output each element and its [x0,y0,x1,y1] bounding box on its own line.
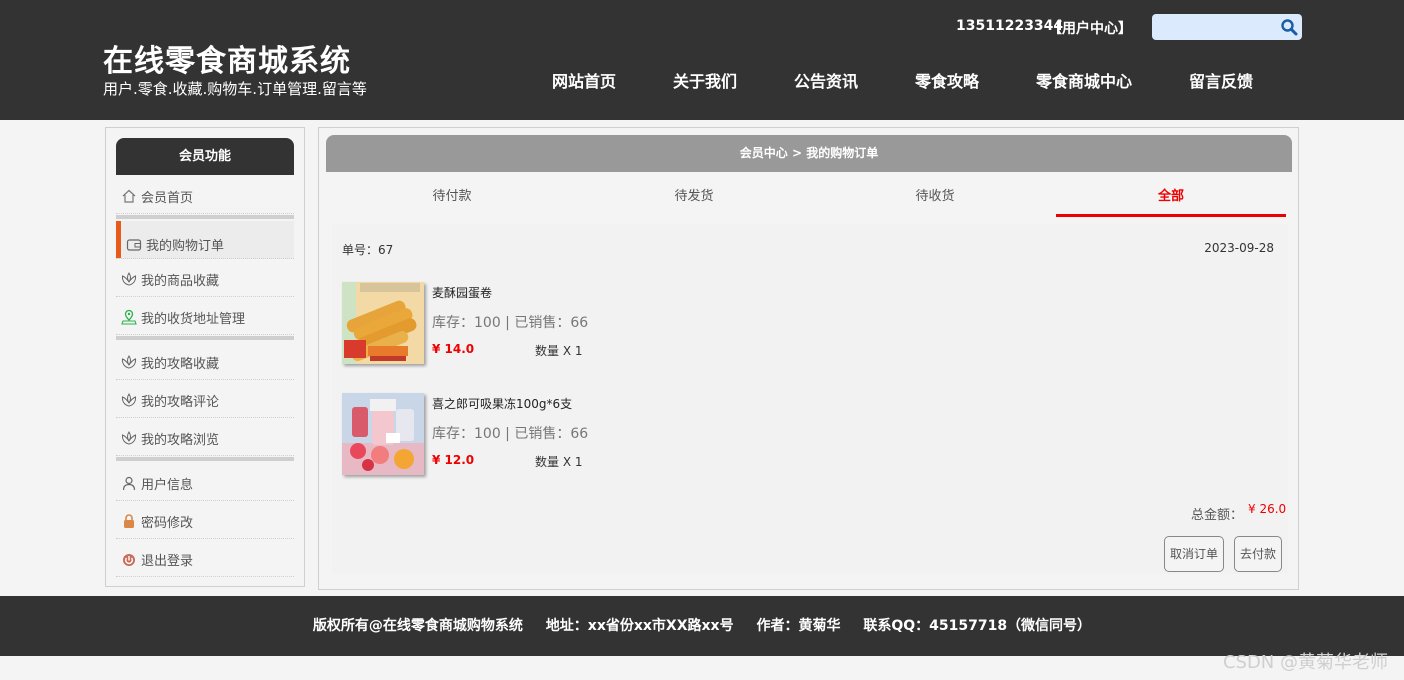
sidebar-item-product-favorites[interactable]: 我的商品收藏 [116,259,294,297]
product-image-jelly[interactable] [342,393,424,475]
lotus-icon [121,431,137,445]
sidebar-item-logout[interactable]: 退出登录 [116,539,294,577]
power-icon [123,554,135,566]
footer-address: 地址：xx省份xx市XX路xx号 [545,618,734,634]
watermark: CSDN @黄菊华老师 [1222,652,1388,673]
breadcrumb: 会员中心 > 我的购物订单 [326,135,1292,172]
active-indicator [116,221,121,258]
product-quantity: 数量 X 1 [535,344,583,358]
site-header: 在线零食商城系统 用户.零食.收藏.购物车.订单管理.留言等 135112233… [0,0,1404,120]
sidebar-item-label: 密码修改 [141,516,194,531]
sidebar-item-label: 退出登录 [141,554,194,569]
product-stock: 库存：100 | 已销售：66 [432,315,589,331]
sidebar-title: 会员功能 [116,138,294,175]
nav-home[interactable]: 网站首页 [552,68,616,92]
product-price: ¥ 14.0 [432,342,475,356]
tab-pending-shipment[interactable]: 待发货 [579,185,809,217]
sidebar-item-guide-comments[interactable]: 我的攻略评论 [116,380,294,418]
sidebar-item-label: 用户信息 [141,478,194,493]
sidebar-item-change-password[interactable]: 密码修改 [116,501,294,539]
order-panel: 会员中心 > 我的购物订单 待付款 待发货 待收货 全部 单号：67 2023-… [318,127,1299,590]
search-icon[interactable] [1280,18,1298,36]
sidebar-item-label: 我的商品收藏 [141,274,220,289]
total-amount-value: ¥ 26.0 [1248,502,1287,516]
location-icon [121,309,137,325]
user-center-link[interactable]: 【用户中心】 [1048,18,1132,38]
sidebar-item-member-home[interactable]: 会员首页 [116,176,294,214]
search-input[interactable] [1158,17,1276,37]
order-number: 单号：67 [342,243,394,257]
cancel-order-button[interactable]: 取消订单 [1164,536,1224,572]
sidebar-item-label: 我的攻略浏览 [141,433,220,448]
order-item: 喜之郎可吸果冻100g*6支 库存：100 | 已销售：66 ¥ 12.0 数量… [342,393,942,479]
footer-copyright: 版权所有@在线零食商城购物系统 [312,618,523,634]
tab-pending-payment[interactable]: 待付款 [337,185,567,217]
nav-shop-center[interactable]: 零食商城中心 [1036,68,1132,92]
sidebar-item-label: 我的购物订单 [146,239,225,254]
total-amount-label: 总金额： [1191,508,1244,523]
sidebar-item-label: 我的攻略收藏 [141,357,220,372]
lotus-icon [121,272,137,286]
site-subtitle: 用户.零食.收藏.购物车.订单管理.留言等 [103,80,367,98]
lotus-icon [121,393,137,407]
lotus-icon [121,355,137,369]
footer-contact: 联系QQ：45157718（微信同号） [863,618,1092,634]
sidebar-item-guide-favorites[interactable]: 我的攻略收藏 [116,342,294,380]
order-item: 麦酥园蛋卷 库存：100 | 已销售：66 ¥ 14.0 数量 X 1 [342,282,942,368]
sidebar-item-user-info[interactable]: 用户信息 [116,463,294,501]
nav-news[interactable]: 公告资讯 [794,68,858,92]
search-box [1152,14,1302,40]
home-icon [122,189,136,203]
sidebar-separator [116,457,294,461]
site-footer: 版权所有@在线零食商城购物系统 地址：xx省份xx市XX路xx号 作者：黄菊华 … [0,596,1404,656]
wallet-icon [126,239,142,251]
tab-all[interactable]: 全部 [1056,185,1286,217]
product-stock: 库存：100 | 已销售：66 [432,426,589,442]
pay-button[interactable]: 去付款 [1234,536,1282,572]
order-date: 2023-09-28 [1204,241,1274,255]
nav-feedback[interactable]: 留言反馈 [1189,68,1253,92]
lock-icon [124,514,134,528]
sidebar-item-label: 会员首页 [141,191,194,206]
sidebar-item-label: 我的攻略评论 [141,395,220,410]
product-name[interactable]: 喜之郎可吸果冻100g*6支 [432,395,572,412]
nav-guides[interactable]: 零食攻略 [915,68,979,92]
tab-pending-receipt[interactable]: 待收货 [820,185,1050,217]
sidebar-item-label: 我的收货地址管理 [141,312,246,327]
order-card: 单号：67 2023-09-28 麦酥园蛋卷 库存：100 | 已销售：66 ¥… [332,224,1288,574]
sidebar-item-guide-history[interactable]: 我的攻略浏览 [116,418,294,456]
product-image-egg-roll[interactable] [342,282,424,364]
sidebar-item-my-orders[interactable]: 我的购物订单 [116,221,294,259]
product-price: ¥ 12.0 [432,453,475,467]
sidebar-separator [116,215,294,219]
product-name[interactable]: 麦酥园蛋卷 [432,284,492,301]
user-icon [122,476,136,491]
sidebar-item-address-management[interactable]: 我的收货地址管理 [116,297,294,335]
member-sidebar: 会员功能 会员首页 我的购物订单 我的商品收藏 我的收货地址管理 我的攻略收藏 … [105,127,305,587]
nav-about[interactable]: 关于我们 [673,68,737,92]
product-quantity: 数量 X 1 [535,455,583,469]
footer-author: 作者：黄菊华 [756,618,841,634]
site-title: 在线零食商城系统 [103,44,351,79]
sidebar-separator [116,336,294,340]
